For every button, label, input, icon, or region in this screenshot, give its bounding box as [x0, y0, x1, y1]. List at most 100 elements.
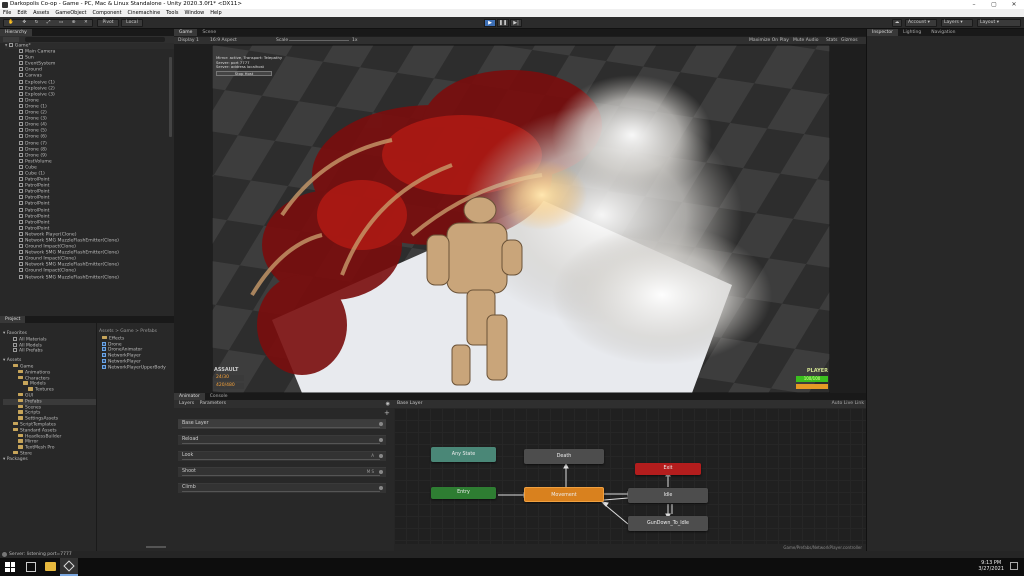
eye-icon[interactable]: ◉ [386, 400, 390, 408]
tab-project[interactable]: Project [0, 316, 26, 323]
icon-size-slider[interactable] [146, 546, 166, 548]
project-item-label: Scripts [25, 410, 41, 416]
gameobject-icon [19, 231, 23, 236]
transform-tool-icon[interactable]: ⊕ [72, 20, 76, 26]
move-tool-icon[interactable]: ✥ [22, 20, 26, 26]
maximize-icon[interactable]: ▢ [984, 0, 1004, 9]
close-icon[interactable]: ✕ [1004, 0, 1024, 9]
custom-tool-icon[interactable]: ✕ [84, 20, 88, 26]
stats-toggle[interactable]: Stats [826, 37, 838, 44]
tab-navigation[interactable]: Navigation [926, 29, 960, 36]
project-file-label: NetworkPlayerUpperBody [108, 365, 166, 371]
clock[interactable]: 9:13 PM 3/27/2021 [978, 560, 1004, 572]
layer-settings-gear-icon[interactable] [379, 421, 383, 426]
hierarchy-item[interactable]: Network SMG MuzzleFlashEmitter(Clone) [5, 274, 174, 281]
state-idle[interactable]: Idle [628, 488, 708, 503]
pivot-button[interactable]: Pivot [97, 19, 119, 27]
tab-lighting[interactable]: Lighting [898, 29, 926, 36]
tab-scene[interactable]: Scene [197, 29, 221, 36]
minimize-icon[interactable]: – [964, 0, 984, 9]
rotate-tool-icon[interactable]: ↻ [35, 20, 39, 26]
mute-audio-toggle[interactable]: Mute Audio [793, 37, 819, 44]
hierarchy-search-input[interactable] [24, 37, 165, 42]
folder-icon [18, 445, 23, 449]
layout-dropdown[interactable]: Layout ▾ [977, 19, 1021, 27]
play-button[interactable]: ▶ [484, 19, 496, 27]
layer-settings-gear-icon[interactable] [379, 485, 383, 490]
start-icon[interactable] [5, 562, 15, 572]
folder-icon [13, 421, 18, 426]
project-section-header[interactable]: ▾ Packages [3, 457, 96, 463]
task-view-icon[interactable] [26, 562, 36, 572]
rect-tool-icon[interactable]: ▭ [59, 20, 63, 26]
layer-weight-slider[interactable] [182, 490, 380, 492]
menu-tools[interactable]: Tools [166, 9, 178, 17]
hierarchy-tabbar: Hierarchy [0, 29, 174, 36]
add-layer-icon[interactable]: + [384, 409, 390, 417]
menu-component[interactable]: Component [93, 9, 122, 17]
game-viewport[interactable]: Mirror: active, Transport: Telepathy Ser… [212, 45, 830, 393]
layer-settings-gear-icon[interactable] [379, 453, 383, 458]
menu-file[interactable]: File [3, 9, 11, 17]
unity-taskbar-button[interactable] [60, 558, 78, 576]
account-dropdown[interactable]: Account ▾ [905, 19, 937, 27]
animator-layer[interactable]: Climb [178, 483, 386, 493]
hierarchy-item-label: Explosive (1) [25, 80, 55, 86]
cloud-icon[interactable]: ☁ [892, 19, 902, 27]
state-any[interactable]: Any State [431, 447, 496, 462]
local-button[interactable]: Local [121, 19, 143, 27]
animator-layer[interactable]: Reload [178, 435, 386, 445]
file-explorer-icon[interactable] [45, 562, 56, 571]
menu-cinemachine[interactable]: Cinemachine [128, 9, 161, 17]
hierarchy-item-label: Cube [25, 165, 37, 171]
notification-icon[interactable] [1010, 562, 1018, 570]
auto-live-link-button[interactable]: Auto Live Link [832, 400, 864, 408]
hand-tool-icon[interactable]: ✋ [8, 20, 14, 26]
layer-weight-slider[interactable] [182, 442, 380, 444]
menu-window[interactable]: Window [185, 9, 205, 17]
hierarchy-tree: ▾ Game* Main Camera Sun EventSystem Ground C… [0, 43, 174, 281]
menu-gameobject[interactable]: GameObject [55, 9, 86, 17]
tab-hierarchy[interactable]: Hierarchy [0, 29, 32, 36]
tab-layers[interactable]: Layers [179, 401, 194, 406]
layer-breadcrumb[interactable]: Base Layer [397, 401, 422, 406]
gizmos-dropdown[interactable]: Gizmos [841, 37, 858, 44]
state-death[interactable]: Death [524, 449, 604, 464]
display-dropdown[interactable]: Display 1 [178, 37, 199, 44]
layer-weight-slider[interactable] [182, 426, 380, 428]
project-item-label: All Prefabs [19, 348, 43, 354]
layer-weight-slider[interactable] [182, 474, 380, 476]
state-movement[interactable]: Movement [524, 487, 604, 502]
step-button[interactable]: ▶| [510, 19, 522, 27]
menu-help[interactable]: Help [210, 9, 221, 17]
state-gundown[interactable]: GunDown_To_Idle [628, 516, 708, 531]
menu-edit[interactable]: Edit [17, 9, 27, 17]
state-entry[interactable]: Entry [431, 487, 496, 499]
maximize-on-play-toggle[interactable]: Maximize On Play [749, 37, 789, 44]
layer-settings-gear-icon[interactable] [379, 469, 383, 474]
create-button[interactable] [3, 37, 19, 42]
hierarchy-scrollbar[interactable] [169, 57, 172, 137]
project-file[interactable]: NetworkPlayerUpperBody [102, 364, 172, 371]
tab-parameters[interactable]: Parameters [200, 401, 226, 406]
animator-layer[interactable]: Base Layer [178, 419, 386, 429]
layer-settings-gear-icon[interactable] [379, 437, 383, 442]
pause-button[interactable]: ❚❚ [497, 19, 509, 27]
tab-game[interactable]: Game [174, 29, 198, 36]
stop-host-button[interactable]: Stop Host [216, 70, 272, 76]
animator-layer[interactable]: Shoot M S [178, 467, 386, 477]
layers-dropdown[interactable]: Layers ▾ [941, 19, 973, 27]
hierarchy-item-label: EventSystem [25, 61, 56, 67]
tab-inspector[interactable]: Inspector [867, 29, 898, 36]
state-graph[interactable]: Any State Death Exit Entry Movement Idle… [394, 408, 866, 544]
tab-animator[interactable]: Animator [174, 393, 205, 400]
scale-tool-icon[interactable]: ⤢ [47, 20, 51, 26]
state-exit[interactable]: Exit [635, 463, 701, 475]
menu-assets[interactable]: Assets [33, 9, 49, 17]
scale-slider[interactable] [289, 40, 349, 41]
tab-console[interactable]: Console [205, 393, 233, 400]
animator-layer[interactable]: Look A [178, 451, 386, 461]
layer-weight-slider[interactable] [182, 458, 380, 460]
aspect-dropdown[interactable]: 16:9 Aspect [210, 37, 237, 44]
hierarchy-item-label: Sun [25, 55, 34, 61]
